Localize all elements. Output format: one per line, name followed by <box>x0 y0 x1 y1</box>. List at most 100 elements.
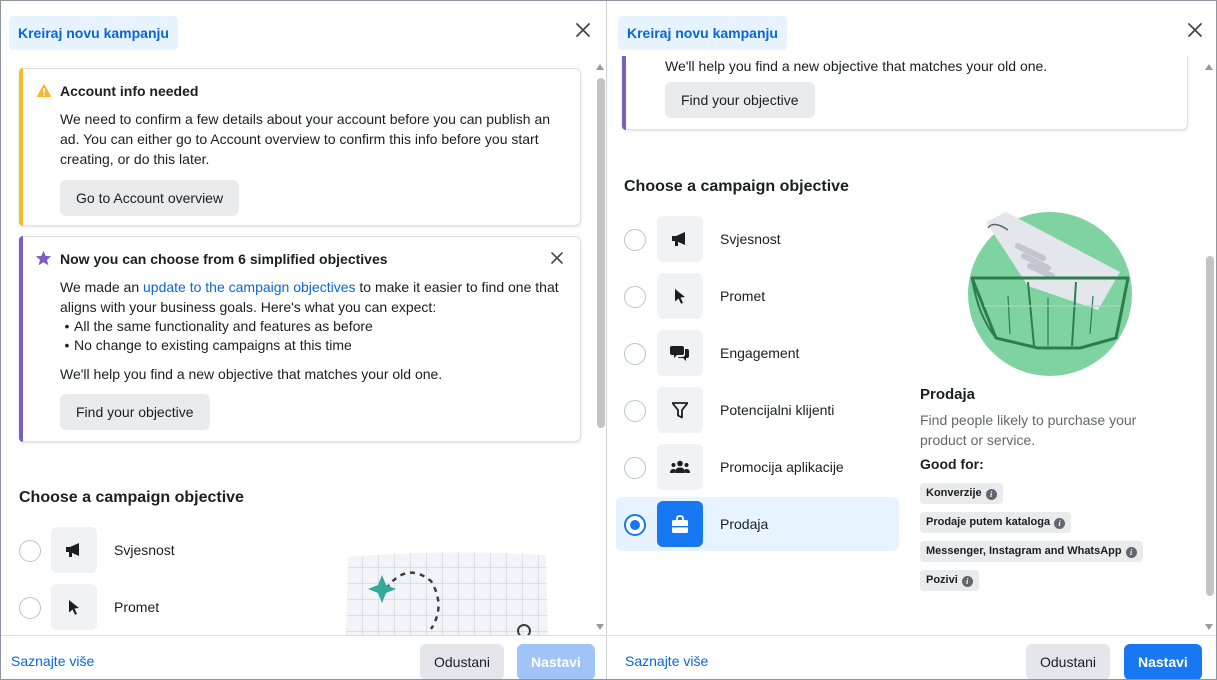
continue-button[interactable]: Nastavi <box>1124 644 1202 679</box>
objective-option-engagement[interactable]: Engagement <box>616 326 899 380</box>
account-info-title: Account info needed <box>60 83 199 99</box>
radio-button[interactable] <box>19 540 41 562</box>
megaphone-icon <box>672 232 685 246</box>
option-icon-box <box>657 501 703 547</box>
option-label: Engagement <box>720 345 800 361</box>
objective-option-potencijalni-klijenti[interactable]: Potencijalni klijenti <box>616 383 899 437</box>
tag-label: Konverzije <box>926 487 982 499</box>
info-icon[interactable]: i <box>985 489 997 500</box>
text-before-link: We made an <box>60 279 144 295</box>
megaphone-icon <box>66 543 79 557</box>
dialog-body: Account info needed We need to confirm a… <box>1 56 606 635</box>
sales-illustration <box>968 212 1132 376</box>
warning-accent-bar <box>19 68 23 226</box>
option-icon-box <box>657 273 703 319</box>
find-your-objective-button[interactable]: Find your objective <box>665 82 815 118</box>
scroll-up-arrow[interactable] <box>596 64 604 70</box>
objective-note: We'll help you find a new objective that… <box>60 366 443 382</box>
objective-option-svjesnost[interactable]: Svjesnost <box>11 523 311 577</box>
scrollbar[interactable] <box>1204 56 1216 636</box>
warning-icon <box>36 83 52 97</box>
learn-more-link[interactable]: Saznajte više <box>625 653 708 669</box>
option-icon-box <box>657 387 703 433</box>
radio-button[interactable] <box>624 457 646 479</box>
objective-option-svjesnost[interactable]: Svjesnost <box>616 212 899 266</box>
good-for-tag: Konverzije i <box>920 483 1003 504</box>
good-for-tag: Pozivi i <box>920 570 979 591</box>
simplified-objectives-text: We made an update to the campaign object… <box>60 277 575 317</box>
account-info-text: We need to confirm a few details about y… <box>60 111 551 167</box>
info-icon[interactable]: i <box>961 576 973 587</box>
expectations-list: All the same functionality and features … <box>60 317 373 355</box>
objective-option-promocija-aplikacije[interactable]: Promocija aplikacije <box>616 440 899 494</box>
list-item: All the same functionality and features … <box>60 317 373 336</box>
section-title: Choose a campaign objective <box>624 178 849 195</box>
good-for-tag: Prodaje putem kataloga i <box>920 512 1072 533</box>
scroll-down-arrow[interactable] <box>1205 624 1213 630</box>
good-for-tag: Messenger, Instagram and WhatsApp i <box>920 541 1143 562</box>
dialog-header: Kreiraj novu kampanju <box>1 1 606 56</box>
option-icon-box <box>51 584 97 630</box>
option-icon-box <box>657 444 703 490</box>
radio-button[interactable] <box>19 597 41 619</box>
option-label: Promocija aplikacije <box>720 459 844 475</box>
simplified-objectives-card: Now you can choose from 6 simplified obj… <box>19 236 581 442</box>
cancel-button[interactable]: Odustani <box>420 644 505 679</box>
find-your-objective-button[interactable]: Find your objective <box>60 394 210 430</box>
good-for-label: Good for: <box>920 456 984 472</box>
close-icon[interactable] <box>574 21 592 39</box>
screenshot-frame: Kreiraj novu kampanju Account info neede… <box>0 0 1217 680</box>
scrollbar-thumb[interactable] <box>1206 256 1214 596</box>
update-objectives-link[interactable]: update to the campaign objectives <box>143 279 355 295</box>
cursor-icon <box>675 289 685 304</box>
shopping-bag-icon <box>672 514 688 533</box>
star-icon <box>35 250 52 266</box>
close-icon[interactable] <box>1186 21 1204 39</box>
dialog-footer: Saznajte više Odustani Nastavi <box>1 635 606 679</box>
detail-description: Find people likely to purchase your prod… <box>920 412 1137 448</box>
tag-label: Messenger, Instagram and WhatsApp <box>926 545 1122 557</box>
scrollbar-thumb[interactable] <box>597 78 605 428</box>
option-label: Potencijalni klijenti <box>720 402 835 418</box>
option-icon-box <box>51 527 97 573</box>
simplified-objectives-card: We'll help you find a new objective that… <box>622 56 1188 130</box>
dismiss-card-icon[interactable] <box>550 251 564 265</box>
scrollbar[interactable] <box>595 56 606 636</box>
go-to-account-overview-button[interactable]: Go to Account overview <box>60 180 240 216</box>
option-label: Svjesnost <box>114 542 175 558</box>
radio-button[interactable] <box>624 286 646 308</box>
radio-button[interactable] <box>624 514 646 536</box>
info-icon[interactable]: i <box>1054 518 1066 529</box>
option-icon-box <box>657 330 703 376</box>
objective-option-promet[interactable]: Promet <box>616 269 899 323</box>
option-label: Promet <box>114 599 160 615</box>
scroll-down-arrow[interactable] <box>596 624 604 630</box>
option-label: Promet <box>720 288 766 304</box>
radio-button[interactable] <box>624 229 646 251</box>
detail-title: Prodaja <box>920 386 976 403</box>
cursor-icon <box>69 600 79 615</box>
dialog-footer: Saznajte više Odustani Nastavi <box>608 635 1216 679</box>
learn-more-link[interactable]: Saznajte više <box>11 653 94 669</box>
radio-button[interactable] <box>624 343 646 365</box>
option-icon-box <box>657 216 703 262</box>
scroll-up-arrow[interactable] <box>1205 64 1213 70</box>
list-item: No change to existing campaigns at this … <box>60 336 373 355</box>
radio-button[interactable] <box>624 400 646 422</box>
continue-button[interactable]: Nastavi <box>517 644 595 679</box>
tag-label: Pozivi <box>926 574 958 586</box>
filter-icon <box>672 401 688 418</box>
dialog-title: Kreiraj novu kampanju <box>618 16 787 50</box>
right-create-campaign-dialog: Kreiraj novu kampanju We'll help you fin… <box>608 1 1216 679</box>
left-create-campaign-dialog: Kreiraj novu kampanju Account info neede… <box>1 1 607 679</box>
cancel-button[interactable]: Odustani <box>1026 644 1111 679</box>
option-label: Svjesnost <box>720 231 781 247</box>
objective-option-prodaja[interactable]: Prodaja <box>616 497 899 551</box>
dialog-body: We'll help you find a new objective that… <box>608 56 1216 635</box>
dialog-title: Kreiraj novu kampanju <box>9 16 178 50</box>
objective-option-promet[interactable]: Promet <box>11 580 311 634</box>
awareness-illustration <box>346 552 548 635</box>
dialog-header: Kreiraj novu kampanju <box>608 1 1216 56</box>
info-icon[interactable]: i <box>1125 547 1137 558</box>
option-label: Prodaja <box>720 516 769 532</box>
